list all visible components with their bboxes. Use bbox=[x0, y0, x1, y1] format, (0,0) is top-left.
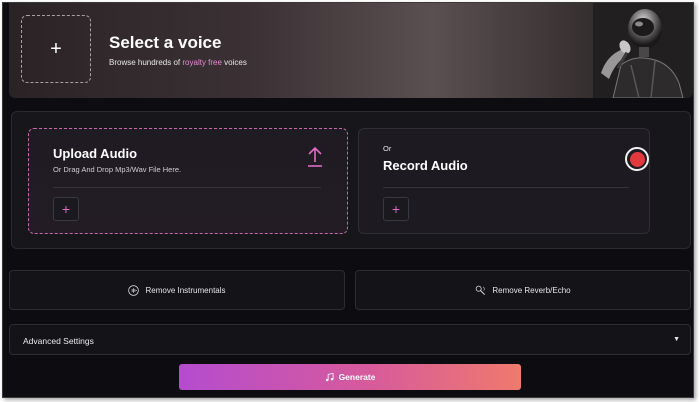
app-frame: + Select a voice Browse hundreds of roya… bbox=[2, 2, 694, 398]
record-divider bbox=[383, 187, 629, 188]
upload-add-button[interactable]: + bbox=[53, 197, 79, 221]
upload-audio-dropzone[interactable]: Upload Audio Or Drag And Drop Mp3/Wav Fi… bbox=[28, 128, 348, 234]
banner-subtitle: Browse hundreds of royalty free voices bbox=[109, 58, 247, 67]
banner-title: Select a voice bbox=[109, 33, 222, 52]
plus-icon: + bbox=[61, 201, 71, 217]
upload-arrow-icon[interactable] bbox=[307, 146, 323, 168]
advanced-settings-label: Advanced Settings bbox=[23, 336, 94, 346]
royalty-free-link[interactable]: royalty free bbox=[182, 58, 222, 67]
upload-audio-title: Upload Audio bbox=[53, 146, 138, 161]
record-or-label: Or bbox=[383, 144, 392, 153]
record-audio-card: Or Record Audio + bbox=[358, 128, 650, 234]
record-icon bbox=[629, 151, 645, 167]
upload-audio-subtitle: Or Drag And Drop Mp3/Wav File Here. bbox=[53, 165, 182, 174]
record-add-button[interactable]: + bbox=[383, 197, 409, 221]
select-voice-button[interactable]: + bbox=[21, 15, 91, 83]
record-button[interactable] bbox=[625, 147, 649, 171]
advanced-settings-dropdown[interactable]: Advanced Settings ▼ bbox=[9, 324, 691, 355]
music-note-icon bbox=[325, 372, 334, 381]
plus-icon: + bbox=[391, 201, 401, 217]
waveform-icon bbox=[128, 284, 140, 296]
remove-reverb-label: Remove Reverb/Echo bbox=[492, 285, 571, 295]
remove-instrumentals-label: Remove Instrumentals bbox=[145, 285, 226, 295]
audio-input-panel: Upload Audio Or Drag And Drop Mp3/Wav Fi… bbox=[11, 111, 691, 249]
generate-button[interactable]: Generate bbox=[179, 364, 521, 390]
generate-label: Generate bbox=[338, 372, 376, 382]
microphone-icon bbox=[476, 285, 486, 295]
robot-singer-image bbox=[593, 3, 693, 98]
plus-icon: + bbox=[50, 37, 62, 60]
chevron-down-icon: ▼ bbox=[673, 336, 680, 343]
remove-reverb-button[interactable]: Remove Reverb/Echo bbox=[355, 270, 691, 310]
remove-instrumentals-button[interactable]: Remove Instrumentals bbox=[9, 270, 345, 310]
record-audio-title: Record Audio bbox=[383, 158, 468, 173]
voice-banner: + Select a voice Browse hundreds of roya… bbox=[9, 3, 693, 98]
upload-divider bbox=[53, 187, 321, 188]
